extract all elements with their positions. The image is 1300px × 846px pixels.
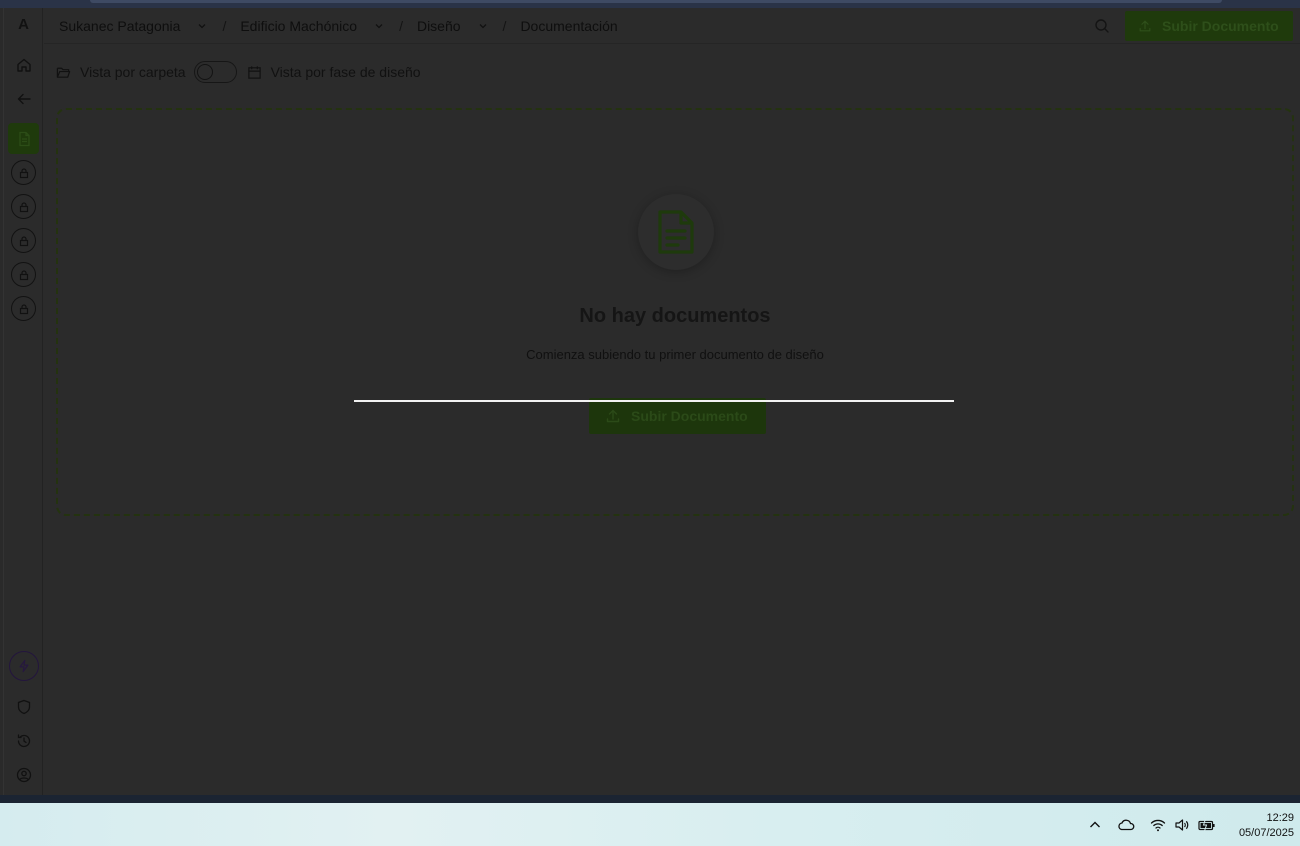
calendar-icon (247, 65, 261, 79)
search-icon[interactable] (1094, 18, 1110, 34)
empty-state-icon-container (638, 194, 714, 270)
arrow-left-icon (17, 93, 31, 104)
breadcrumb-label: Diseño (416, 18, 461, 34)
chevron-up-icon (1090, 821, 1100, 827)
toggle-knob (196, 64, 213, 80)
breadcrumb-label: Sukanec Patagonia (59, 18, 181, 34)
view-mode-bar: Vista por carpeta Vista por fase de dise… (56, 61, 421, 83)
breadcrumb-separator: / (399, 18, 403, 34)
profile-button[interactable] (8, 759, 39, 790)
breadcrumb-separator: / (502, 18, 507, 34)
battery-charging-icon (1198, 818, 1215, 831)
upload-button-label: Subir Documento (1162, 18, 1279, 34)
network-button[interactable] (1150, 803, 1166, 846)
phase-view-label[interactable]: Vista por fase de diseño (271, 64, 421, 80)
breadcrumb-item-project[interactable]: Edificio Machónico (240, 18, 385, 34)
history-icon (17, 733, 30, 747)
view-mode-toggle[interactable] (193, 61, 237, 83)
loading-bar (354, 400, 954, 402)
home-button[interactable] (8, 49, 39, 80)
breadcrumb-label: Edificio Machónico (240, 18, 358, 34)
speaker-icon (1175, 818, 1189, 831)
sidebar: A (4, 8, 43, 795)
cloud-icon (1118, 819, 1135, 830)
back-button[interactable] (8, 83, 39, 114)
lock-icon (19, 167, 28, 178)
sidebar-item-locked-4[interactable] (8, 259, 39, 290)
sidebar-item-locked-3[interactable] (8, 225, 39, 256)
breadcrumb-separator: / (222, 18, 227, 34)
breadcrumb-label: Documentación (520, 18, 618, 34)
onedrive-button[interactable] (1117, 803, 1135, 846)
document-icon (18, 131, 30, 146)
wifi-icon (1150, 819, 1166, 831)
breadcrumb-item-company[interactable]: Sukanec Patagonia (59, 18, 208, 34)
empty-state-title: No hay documentos (579, 305, 771, 327)
clock-date: 05/07/2025 (1238, 827, 1294, 839)
shield-icon (17, 699, 30, 714)
user-circle-icon (16, 767, 31, 782)
quick-actions-button[interactable] (8, 650, 39, 681)
window-title-bar (90, 0, 1222, 3)
breadcrumb-item-phase[interactable]: Diseño (417, 18, 489, 34)
lock-icon (19, 201, 28, 212)
sidebar-item-documents[interactable] (8, 123, 39, 154)
lightning-icon (18, 659, 29, 672)
lock-icon (19, 303, 28, 314)
chevron-down-icon (375, 24, 383, 29)
breadcrumb: Sukanec Patagonia / Edificio Machónico /… (59, 8, 618, 44)
sidebar-item-locked-1[interactable] (8, 157, 39, 188)
top-bar: Sukanec Patagonia / Edificio Machónico /… (44, 8, 1300, 44)
upload-icon (606, 409, 620, 423)
upload-first-document-button[interactable]: Subir Documento (589, 398, 766, 434)
taskbar-clock[interactable]: 12:29 05/07/2025 (1239, 811, 1294, 841)
app-logo[interactable]: A (4, 16, 43, 33)
document-dropzone[interactable]: No hay documentos Comienza subiendo tu p… (56, 108, 1294, 516)
lock-icon (19, 235, 28, 246)
lock-icon (19, 269, 28, 280)
upload-document-button[interactable]: Subir Documento (1125, 11, 1293, 41)
window-top-strip (0, 0, 1300, 8)
chevron-down-icon (198, 24, 206, 29)
volume-button[interactable] (1174, 803, 1190, 846)
window-bottom-edge (0, 795, 1300, 803)
security-button[interactable] (8, 691, 39, 722)
folder-view-label[interactable]: Vista por carpeta (80, 64, 186, 80)
home-icon (16, 58, 31, 72)
empty-state-subtitle: Comienza subiendo tu primer documento de… (526, 347, 824, 362)
upload-button-label: Subir Documento (631, 408, 748, 424)
battery-button[interactable] (1198, 803, 1216, 846)
clock-time: 12:29 (1266, 812, 1294, 824)
file-text-icon (658, 210, 694, 254)
sidebar-item-locked-5[interactable] (8, 293, 39, 324)
upload-icon (1139, 20, 1151, 32)
history-button[interactable] (8, 725, 39, 756)
tray-overflow-button[interactable] (1087, 803, 1103, 846)
taskbar: 12:29 05/07/2025 (0, 803, 1300, 846)
folder-open-icon (56, 67, 71, 78)
breadcrumb-item-current: Documentación (520, 18, 617, 34)
sidebar-item-locked-2[interactable] (8, 191, 39, 222)
chevron-down-icon (479, 24, 487, 29)
